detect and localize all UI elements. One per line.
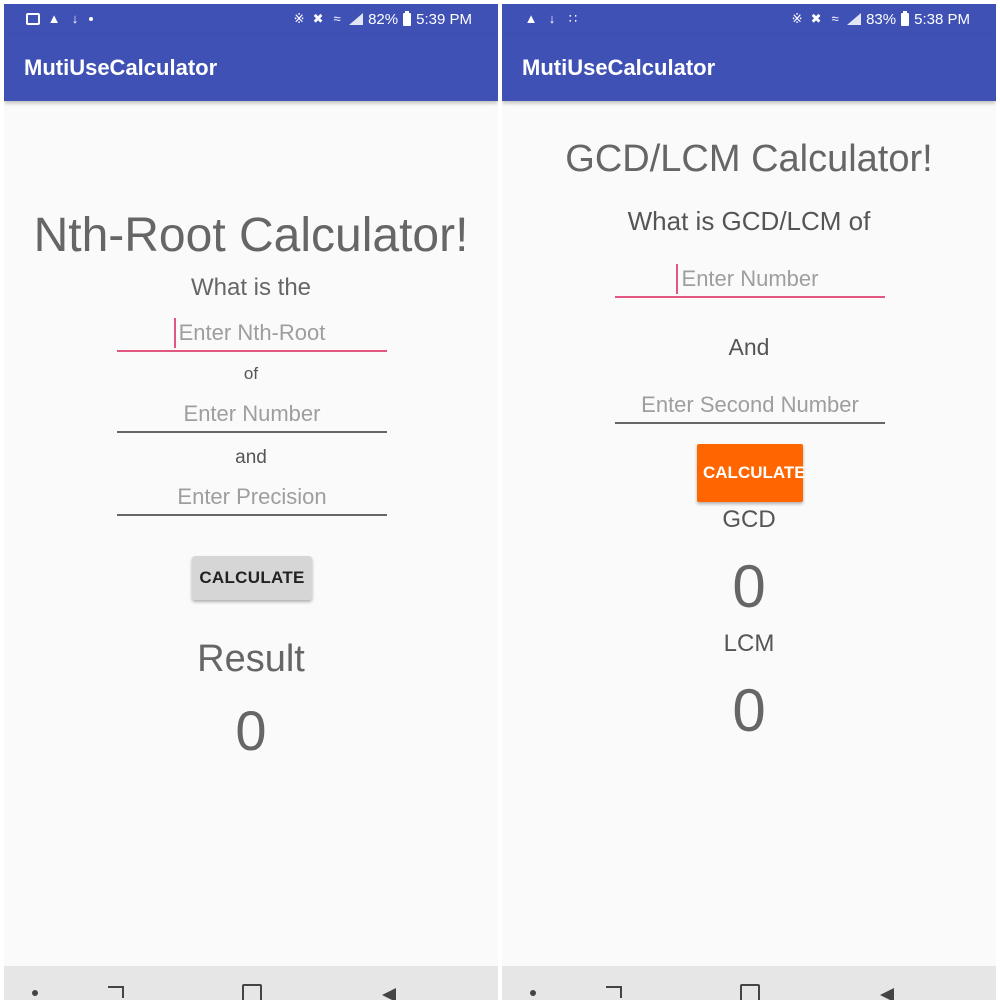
battery-percent: 82%	[368, 10, 399, 28]
number-input[interactable]	[117, 397, 387, 433]
second-number-input[interactable]	[615, 388, 885, 424]
snapchat-icon: ▲	[524, 11, 538, 26]
image-icon	[26, 13, 40, 25]
battery-icon	[901, 10, 910, 26]
status-bar: ▲ ↓ ∷ ※ ✖ ≈ 83% 5:38 PM	[502, 4, 996, 34]
result-label: Result	[197, 638, 305, 680]
app-title: MutiUseCalculator	[24, 55, 218, 80]
page-title: GCD/LCM Calculator!	[565, 138, 933, 180]
calculate-button[interactable]: CALCULATE	[192, 556, 312, 600]
clock: 5:39 PM	[416, 10, 472, 28]
nav-dot-icon	[32, 990, 38, 996]
home-icon[interactable]	[242, 984, 262, 1000]
first-number-input[interactable]	[615, 262, 885, 298]
back-icon[interactable]	[382, 988, 396, 1000]
lcm-value: 0	[732, 677, 766, 744]
gcd-lcm-screen: ▲ ↓ ∷ ※ ✖ ≈ 83% 5:38 PM MutiUseCalculato…	[502, 4, 996, 1000]
prompt-label: What is GCD/LCM of	[627, 206, 871, 236]
of-label: of	[243, 364, 259, 383]
clock: 5:38 PM	[914, 10, 970, 28]
bluetooth-icon: ※	[791, 11, 803, 26]
mute-icon: ✖	[810, 11, 822, 26]
calculate-button[interactable]: CALCULATE	[697, 444, 806, 502]
mute-icon: ✖	[312, 11, 324, 26]
app-bar: MutiUseCalculator	[502, 34, 996, 101]
status-bar: ▲ ↓ ※ ✖ ≈ 82% 5:39 PM	[4, 4, 498, 34]
app-title: MutiUseCalculator	[522, 55, 716, 80]
navigation-bar	[502, 966, 996, 1000]
download-icon: ↓	[71, 11, 79, 26]
download-icon: ↓	[548, 11, 556, 26]
gcd-value: 0	[732, 553, 766, 620]
result-value: 0	[235, 699, 267, 762]
battery-icon	[403, 10, 412, 26]
gcd-label: GCD	[722, 506, 776, 533]
signal-icon	[847, 13, 862, 25]
recent-apps-icon[interactable]	[606, 986, 622, 998]
text-caret	[174, 318, 176, 348]
grid-icon: ∷	[568, 11, 578, 26]
and-label: and	[235, 447, 267, 468]
precision-input[interactable]	[117, 480, 387, 516]
back-icon[interactable]	[880, 988, 894, 1000]
signal-icon	[349, 13, 364, 25]
nav-dot-icon	[530, 990, 536, 996]
home-icon[interactable]	[740, 984, 760, 1000]
page-title: Nth-Root Calculator!	[33, 209, 469, 262]
and-label: And	[728, 334, 770, 360]
recent-apps-icon[interactable]	[108, 986, 124, 998]
lcm-label: LCM	[723, 630, 775, 657]
wifi-icon: ≈	[333, 11, 341, 26]
nth-root-screen: ▲ ↓ ※ ✖ ≈ 82% 5:39 PM MutiUseCalculator …	[4, 4, 498, 1000]
dot-icon	[89, 17, 93, 21]
navigation-bar	[4, 966, 498, 1000]
bluetooth-icon: ※	[293, 11, 305, 26]
snapchat-icon: ▲	[47, 11, 61, 26]
nth-root-input[interactable]	[117, 316, 387, 352]
prompt-label: What is the	[190, 274, 312, 301]
battery-percent: 83%	[866, 10, 897, 28]
app-bar: MutiUseCalculator	[4, 34, 498, 101]
text-caret	[676, 264, 678, 294]
wifi-icon: ≈	[831, 11, 839, 26]
